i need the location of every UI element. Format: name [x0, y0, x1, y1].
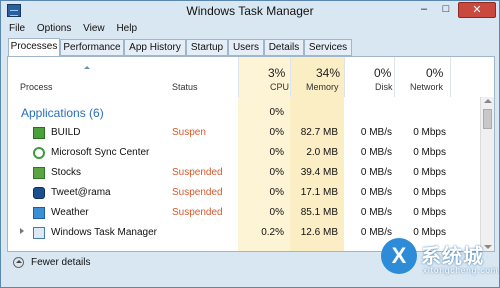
process-cpu: 0% — [269, 187, 284, 198]
column-divider — [394, 57, 395, 97]
fewer-details-link[interactable]: Fewer details — [31, 257, 90, 268]
process-name: Tweet@rama — [51, 187, 111, 198]
column-divider — [344, 57, 345, 97]
process-disk: 0 MB/s — [360, 187, 392, 198]
process-disk: 0 MB/s — [360, 207, 392, 218]
table-row[interactable]: Microsoft Sync Center 0% 2.0 MB 0 MB/s 0… — [8, 143, 480, 163]
tab-processes[interactable]: Processes — [8, 38, 60, 57]
group-cpu-value: 0% — [269, 107, 284, 118]
expand-arrow-icon[interactable] — [20, 228, 24, 234]
process-cpu: 0.2% — [261, 227, 284, 238]
table-row[interactable]: BUILD Suspen 0% 82.7 MB 0 MB/s 0 Mbps — [8, 123, 480, 143]
process-disk: 0 MB/s — [360, 167, 392, 178]
task-manager-window: Windows Task Manager – □ ✕ File Options … — [0, 0, 500, 288]
process-cpu: 0% — [269, 207, 284, 218]
title-bar[interactable]: Windows Task Manager – □ ✕ — [1, 1, 499, 21]
process-memory: 39.4 MB — [300, 167, 338, 178]
menu-help[interactable]: Help — [116, 23, 137, 34]
process-cpu: 0% — [269, 127, 284, 138]
group-header-applications[interactable]: Applications (6) — [21, 106, 104, 120]
processes-panel: Process Status 3% CPU 34% Memory 0% Disk… — [7, 56, 495, 252]
sort-up-icon[interactable] — [84, 66, 90, 69]
watermark-text: 系统城 — [421, 246, 484, 268]
column-header-process[interactable]: Process — [20, 82, 53, 92]
vertical-scrollbar[interactable] — [480, 97, 494, 251]
watermark-url: xitongcheng.com — [423, 266, 499, 275]
memory-total-percent[interactable]: 34% — [316, 66, 340, 80]
process-status: Suspended — [172, 207, 223, 218]
close-button[interactable]: ✕ — [458, 2, 496, 18]
build-icon — [33, 127, 45, 139]
process-network: 0 Mbps — [413, 207, 446, 218]
watermark-logo-icon: X — [381, 238, 417, 274]
menu-file[interactable]: File — [9, 23, 25, 34]
network-total-percent[interactable]: 0% — [426, 66, 443, 80]
process-disk: 0 MB/s — [360, 147, 392, 158]
weather-icon — [33, 207, 45, 219]
process-status: Suspen — [172, 127, 206, 138]
column-header-disk[interactable]: Disk — [375, 82, 393, 92]
process-memory: 2.0 MB — [306, 147, 338, 158]
minimize-button[interactable]: – — [414, 2, 434, 18]
scroll-up-icon[interactable] — [484, 99, 492, 103]
process-memory: 12.6 MB — [300, 227, 338, 238]
process-cpu: 0% — [269, 147, 284, 158]
tab-performance[interactable]: Performance — [60, 39, 124, 56]
sync-icon — [33, 147, 45, 159]
column-header-network[interactable]: Network — [410, 82, 443, 92]
tab-app-history[interactable]: App History — [124, 39, 186, 56]
table-row[interactable]: Tweet@rama Suspended 0% 17.1 MB 0 MB/s 0… — [8, 183, 480, 203]
process-name: Weather — [51, 207, 89, 218]
cpu-total-percent[interactable]: 3% — [268, 66, 285, 80]
tab-startup[interactable]: Startup — [186, 39, 228, 56]
process-memory: 17.1 MB — [300, 187, 338, 198]
tweet-icon — [33, 187, 45, 199]
process-memory: 85.1 MB — [300, 207, 338, 218]
tab-services[interactable]: Services — [304, 39, 352, 56]
column-header-cpu[interactable]: CPU — [270, 82, 289, 92]
process-disk: 0 MB/s — [360, 127, 392, 138]
tab-details[interactable]: Details — [264, 39, 304, 56]
process-status: Suspended — [172, 187, 223, 198]
column-divider — [238, 57, 239, 97]
task-manager-icon — [33, 227, 45, 239]
process-network: 0 Mbps — [413, 127, 446, 138]
menu-options[interactable]: Options — [37, 23, 71, 34]
process-network: 0 Mbps — [413, 187, 446, 198]
menu-bar: File Options View Help — [9, 23, 146, 37]
process-network: 0 Mbps — [413, 167, 446, 178]
column-header-memory[interactable]: Memory — [306, 82, 339, 92]
process-memory: 82.7 MB — [300, 127, 338, 138]
process-cpu: 0% — [269, 167, 284, 178]
process-name: Windows Task Manager — [51, 227, 157, 238]
menu-view[interactable]: View — [83, 23, 105, 34]
table-row[interactable]: Weather Suspended 0% 85.1 MB 0 MB/s 0 Mb… — [8, 203, 480, 223]
site-watermark: X 系统城 xitongcheng.com — [381, 232, 497, 284]
table-row[interactable]: Stocks Suspended 0% 39.4 MB 0 MB/s 0 Mbp… — [8, 163, 480, 183]
collapse-chevron-icon[interactable] — [13, 257, 24, 268]
process-name: Stocks — [51, 167, 82, 178]
process-status: Suspended — [172, 167, 223, 178]
process-name: BUILD — [51, 127, 81, 138]
column-divider — [450, 57, 451, 97]
process-network: 0 Mbps — [413, 147, 446, 158]
disk-total-percent[interactable]: 0% — [374, 66, 391, 80]
tab-users[interactable]: Users — [228, 39, 264, 56]
process-name: Microsoft Sync Center — [51, 147, 150, 158]
scroll-thumb[interactable] — [483, 109, 492, 129]
column-header-status[interactable]: Status — [172, 82, 198, 92]
maximize-button[interactable]: □ — [436, 2, 456, 18]
column-divider — [290, 57, 291, 97]
stocks-icon — [33, 167, 45, 179]
